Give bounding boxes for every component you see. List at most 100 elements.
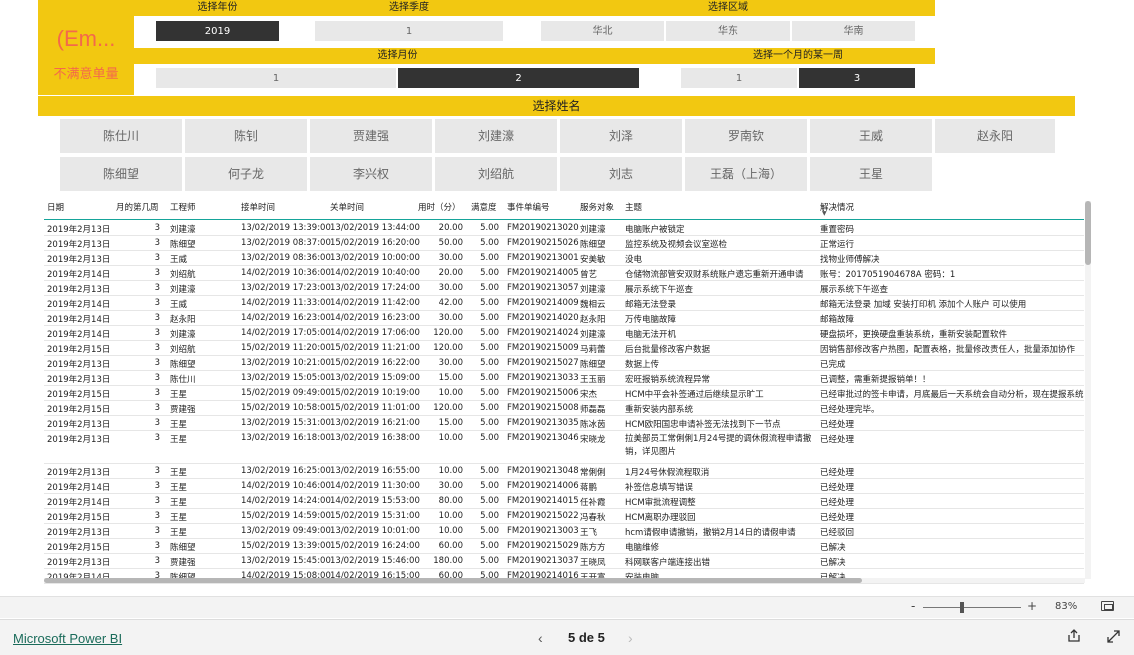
region-slicer-huadong[interactable]: 华东 [665, 20, 791, 42]
cell-engineer: 刘绍航 [170, 345, 196, 355]
cell-satisfaction: 5.00 [480, 253, 499, 263]
cell-engineer: 赵永阳 [170, 315, 196, 325]
table-row[interactable]: 2019年2月13日 3 王星 13/02/2019 16:25:00 13/02/20… [44, 464, 1084, 479]
table-row[interactable]: 2019年2月15日 3 贾建强 15/02/2019 10:58:00 15/02/2… [44, 401, 1084, 416]
cell-customer: 任补霞 [580, 498, 606, 508]
cell-minutes: 42.00 [438, 298, 463, 308]
col-header-open-time[interactable]: 接单时间 [241, 201, 275, 217]
cell-close-time: 14/02/2019 11:42:00 [330, 298, 420, 308]
table-row[interactable]: 2019年2月13日 3 贾建强 13/02/2019 15:45:00 13/02/2… [44, 554, 1084, 569]
zoom-slider-thumb[interactable] [960, 602, 965, 613]
cell-engineer: 王星 [170, 498, 188, 508]
cell-week: 3 [154, 541, 160, 551]
cell-minutes: 10.00 [438, 466, 463, 476]
name-slicer-item[interactable]: 陈仕川 [60, 119, 182, 153]
cell-date: 2019年2月13日 [47, 468, 111, 478]
col-header-close-time[interactable]: 关单时间 [330, 201, 364, 217]
col-header-satisfaction[interactable]: 满意度 [471, 201, 497, 217]
cell-resolution: 已经处理完毕。 [820, 405, 880, 415]
cell-close-time: 13/02/2019 10:01:00 [330, 526, 420, 536]
cell-date: 2019年2月14日 [47, 330, 111, 340]
name-slicer-item[interactable]: 李兴权 [310, 157, 432, 191]
name-slicer-item[interactable]: 陈钊 [185, 119, 307, 153]
table-row[interactable]: 2019年2月14日 3 赵永阳 14/02/2019 16:23:00 14/02/2… [44, 311, 1084, 326]
table-row[interactable]: 2019年2月13日 3 陈细望 13/02/2019 08:37:00 15/02/2… [44, 236, 1084, 251]
cell-subject: 邮箱无法登录 [625, 300, 677, 310]
table-row[interactable]: 2019年2月15日 3 陈细望 15/02/2019 13:39:00 15/02/2… [44, 539, 1084, 554]
cell-close-time: 15/02/2019 11:21:00 [330, 343, 420, 353]
cell-close-time: 15/02/2019 16:24:00 [330, 541, 420, 551]
cell-week: 3 [154, 526, 160, 536]
table-row[interactable]: 2019年2月13日 3 陈细望 13/02/2019 10:21:00 15/02/2… [44, 356, 1084, 371]
cell-resolution: 因销售部修改客户热图，配置表格，批量修改责任人，批量添加协作 [820, 345, 1076, 355]
table-row[interactable]: 2019年2月14日 3 刘绍航 14/02/2019 10:36:00 14/02/2… [44, 266, 1084, 281]
next-page-icon[interactable]: › [628, 630, 633, 646]
powerbi-brand-link[interactable]: Microsoft Power BI [13, 631, 122, 646]
table-row[interactable]: 2019年2月14日 3 王星 14/02/2019 14:24:00 14/02/20… [44, 494, 1084, 509]
name-slicer-item[interactable]: 王磊（上海） [685, 157, 807, 191]
cell-subject: 补签信息填写错误 [625, 483, 694, 493]
cell-resolution: 已经处理 [820, 483, 855, 493]
name-slicer-item[interactable]: 何子龙 [185, 157, 307, 191]
table-row[interactable]: 2019年2月13日 3 王威 13/02/2019 08:36:00 13/02/20… [44, 251, 1084, 266]
table-row[interactable]: 2019年2月13日 3 刘建濠 13/02/2019 13:39:00 13/02/2… [44, 221, 1084, 236]
name-slicer-item[interactable]: 刘绍航 [435, 157, 557, 191]
cell-ticket-no: FM20190213048 [507, 466, 579, 476]
table-row[interactable]: 2019年2月13日 3 王星 13/02/2019 16:18:00 13/02/20… [44, 431, 1084, 464]
name-slicer-item[interactable]: 刘建濠 [435, 119, 557, 153]
col-header-engineer[interactable]: 工程师 [170, 201, 196, 217]
col-header-subject[interactable]: 主题 [625, 201, 642, 217]
cell-subject: 后台批量修改客户数据 [625, 345, 711, 355]
name-slicer-item[interactable]: 陈细望 [60, 157, 182, 191]
name-slicer-item[interactable]: 王威 [810, 119, 932, 153]
table-row[interactable]: 2019年2月13日 3 王星 13/02/2019 15:31:00 13/02/20… [44, 416, 1084, 431]
table-row[interactable]: 2019年2月14日 3 王星 14/02/2019 10:46:00 14/02/20… [44, 479, 1084, 494]
cell-customer: 安美敏 [580, 255, 606, 265]
name-slicer-item[interactable]: 刘泽 [560, 119, 682, 153]
cell-minutes: 30.00 [438, 313, 463, 323]
name-slicer-item[interactable]: 罗南钦 [685, 119, 807, 153]
region-slicer-huanan[interactable]: 华南 [791, 20, 916, 42]
fit-to-page-icon[interactable] [1101, 601, 1114, 611]
cell-open-time: 13/02/2019 08:37:00 [241, 238, 331, 248]
table-row[interactable]: 2019年2月14日 3 王威 14/02/2019 11:33:00 14/02/20… [44, 296, 1084, 311]
year-slicer-2019[interactable]: 2019 [155, 20, 280, 42]
week-slicer-1[interactable]: 1 [680, 67, 798, 89]
prev-page-icon[interactable]: ‹ [538, 630, 543, 646]
name-slicer-item[interactable]: 赵永阳 [935, 119, 1055, 153]
cell-open-time: 13/02/2019 13:39:00 [241, 223, 331, 233]
cell-close-time: 13/02/2019 16:38:00 [330, 433, 420, 443]
table-row[interactable]: 2019年2月14日 3 刘建濠 14/02/2019 17:05:00 14/02/2… [44, 326, 1084, 341]
table-row[interactable]: 2019年2月15日 3 王星 15/02/2019 09:49:00 15/02/20… [44, 386, 1084, 401]
cell-subject: 展示系统下午巡查 [625, 285, 694, 295]
quarter-slicer-1[interactable]: 1 [314, 20, 504, 42]
horizontal-scrollbar-thumb[interactable] [44, 578, 862, 583]
table-row[interactable]: 2019年2月13日 3 刘建濠 13/02/2019 17:23:00 13/02/2… [44, 281, 1084, 296]
zoom-out-button[interactable]: - [911, 599, 915, 613]
share-icon[interactable] [1066, 628, 1082, 648]
table-row[interactable]: 2019年2月15日 3 刘绍航 15/02/2019 11:20:00 15/02/2… [44, 341, 1084, 356]
col-header-date[interactable]: 日期 [47, 201, 64, 217]
table-row[interactable]: 2019年2月13日 3 王星 13/02/2019 09:49:00 13/02/20… [44, 524, 1084, 539]
col-header-week[interactable]: 月的第几周 [116, 201, 159, 217]
name-slicer-item[interactable]: 王星 [810, 157, 932, 191]
col-header-customer[interactable]: 服务对象 [580, 201, 614, 217]
zoom-slider-track[interactable] [923, 607, 1021, 608]
fullscreen-icon[interactable] [1106, 629, 1121, 648]
month-slicer-1[interactable]: 1 [155, 67, 397, 89]
col-header-minutes[interactable]: 用时（分） [418, 201, 461, 217]
cell-minutes: 60.00 [438, 541, 463, 551]
cell-satisfaction: 5.00 [480, 313, 499, 323]
cell-engineer: 王威 [170, 255, 188, 265]
week-slicer-3[interactable]: 3 [798, 67, 916, 89]
col-header-ticket-no[interactable]: 事件单编号 [507, 201, 550, 217]
name-slicer-item[interactable]: 贾建强 [310, 119, 432, 153]
table-row[interactable]: 2019年2月13日 3 陈仕川 13/02/2019 15:05:00 13/02/2… [44, 371, 1084, 386]
table-row[interactable]: 2019年2月15日 3 王星 15/02/2019 14:59:00 15/02/20… [44, 509, 1084, 524]
region-slicer-huabei[interactable]: 华北 [540, 20, 665, 42]
vertical-scrollbar-thumb[interactable] [1085, 201, 1091, 265]
zoom-in-button[interactable]: + [1027, 599, 1037, 613]
name-slicer-item[interactable]: 刘志 [560, 157, 682, 191]
cell-date: 2019年2月13日 [47, 360, 111, 370]
month-slicer-2[interactable]: 2 [397, 67, 640, 89]
